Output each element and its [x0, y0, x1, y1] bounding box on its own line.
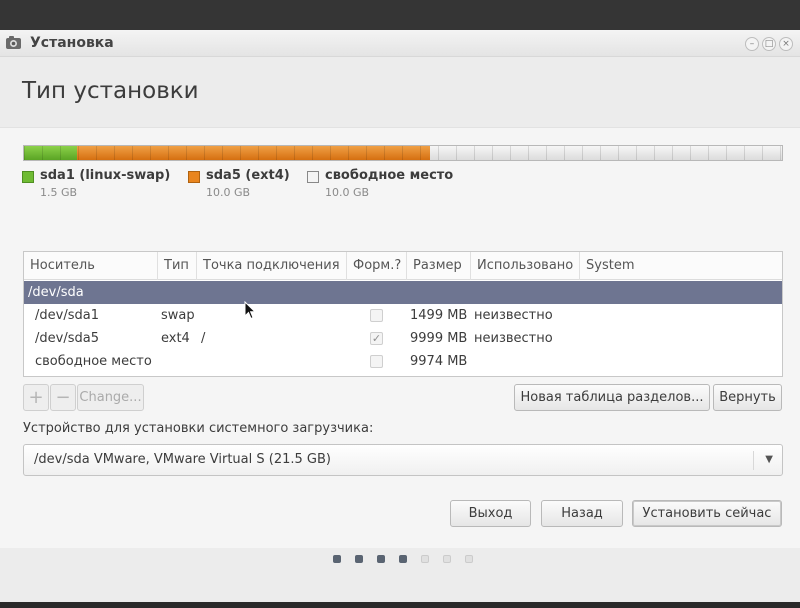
main-content: sda1 (linux-swap) 1.5 GB sda5 (ext4) 10.…	[0, 127, 800, 548]
table-row-group[interactable]: /dev/sda	[24, 281, 782, 304]
combo-separator	[753, 451, 754, 470]
device-group-label: /dev/sda	[28, 285, 84, 300]
install-now-button[interactable]: Установить сейчас	[632, 500, 782, 527]
close-icon[interactable]: ×	[779, 37, 793, 51]
cell-used: неизвестно	[474, 308, 553, 323]
format-checkbox[interactable]	[370, 355, 383, 368]
mouse-pointer-icon	[244, 301, 256, 320]
installer-app-icon	[6, 36, 21, 49]
partition-table: Носитель Тип Точка подключения Форм.? Ра…	[23, 251, 783, 377]
minimize-icon[interactable]: –	[745, 37, 759, 51]
partition-legend: sda1 (linux-swap) 1.5 GB sda5 (ext4) 10.…	[22, 168, 782, 202]
column-header-used[interactable]: Использовано	[471, 252, 580, 280]
cell-type: ext4	[161, 331, 190, 346]
legend-swatch-sda1	[22, 171, 34, 183]
legend-swatch-free	[307, 171, 319, 183]
legend-name: sda1 (linux-swap)	[40, 168, 171, 183]
revert-button[interactable]: Вернуть	[713, 384, 782, 411]
legend-size: 10.0 GB	[206, 186, 251, 199]
table-row[interactable]: /dev/sda5 ext4 / ✓ 9999 MB неизвестно	[24, 327, 782, 350]
legend-size: 1.5 GB	[40, 186, 78, 199]
cell-mount: /	[201, 331, 206, 346]
legend-size: 10.0 GB	[325, 186, 370, 199]
format-checkbox[interactable]	[370, 309, 383, 322]
partition-bar-ticks	[24, 146, 782, 160]
bootloader-label: Устройство для установки системного загр…	[23, 421, 374, 436]
progress-dot-pending	[443, 555, 451, 563]
column-header-type[interactable]: Тип	[158, 252, 197, 280]
progress-dot-pending	[421, 555, 429, 563]
column-header-device[interactable]: Носитель	[24, 252, 158, 280]
partition-bar	[23, 145, 783, 161]
column-header-format[interactable]: Форм.?	[347, 252, 407, 280]
legend-swatch-sda5	[188, 171, 200, 183]
progress-dot-done	[333, 555, 341, 563]
back-button[interactable]: Назад	[541, 500, 623, 527]
page-title: Тип установки	[22, 78, 199, 104]
progress-dot-pending	[465, 555, 473, 563]
legend-name: sda5 (ext4)	[206, 168, 290, 183]
format-checkbox-checked[interactable]: ✓	[370, 332, 383, 345]
new-partition-table-button[interactable]: Новая таблица разделов...	[514, 384, 710, 411]
bootloader-device-value: /dev/sda VMware, VMware Virtual S (21.5 …	[34, 452, 331, 467]
progress-dot-done	[355, 555, 363, 563]
change-partition-button[interactable]: Change...	[77, 384, 144, 411]
installer-window: Установка – □ × Тип установки sda1 (linu…	[0, 30, 800, 602]
cell-size: 9999 MB	[410, 331, 468, 346]
maximize-icon[interactable]: □	[762, 37, 776, 51]
legend-name: свободное место	[325, 168, 454, 183]
table-row[interactable]: /dev/sda1 swap 1499 MB неизвестно	[24, 304, 782, 327]
column-header-system[interactable]: System	[580, 252, 782, 280]
desktop-bottom-panel	[0, 602, 800, 608]
table-header: Носитель Тип Точка подключения Форм.? Ра…	[24, 252, 782, 280]
chevron-down-icon: ▼	[765, 454, 773, 465]
cell-device: свободное место	[35, 354, 152, 369]
remove-partition-button[interactable]: −	[50, 384, 76, 411]
desktop-top-panel	[0, 0, 800, 30]
cell-size: 9974 MB	[410, 354, 468, 369]
column-header-size[interactable]: Размер	[407, 252, 471, 280]
table-row[interactable]: свободное место 9974 MB	[24, 350, 782, 373]
column-header-mount[interactable]: Точка подключения	[197, 252, 347, 280]
cell-device: /dev/sda1	[35, 308, 99, 323]
add-partition-button[interactable]: +	[23, 384, 49, 411]
cell-size: 1499 MB	[410, 308, 468, 323]
cell-used: неизвестно	[474, 331, 553, 346]
cell-type: swap	[161, 308, 195, 323]
window-title: Установка	[30, 35, 114, 51]
bootloader-device-select[interactable]: /dev/sda VMware, VMware Virtual S (21.5 …	[23, 444, 783, 476]
progress-dot-done	[377, 555, 385, 563]
title-bar[interactable]: Установка – □ ×	[0, 30, 800, 57]
progress-dot-done	[399, 555, 407, 563]
quit-button[interactable]: Выход	[450, 500, 531, 527]
cell-device: /dev/sda5	[35, 331, 99, 346]
